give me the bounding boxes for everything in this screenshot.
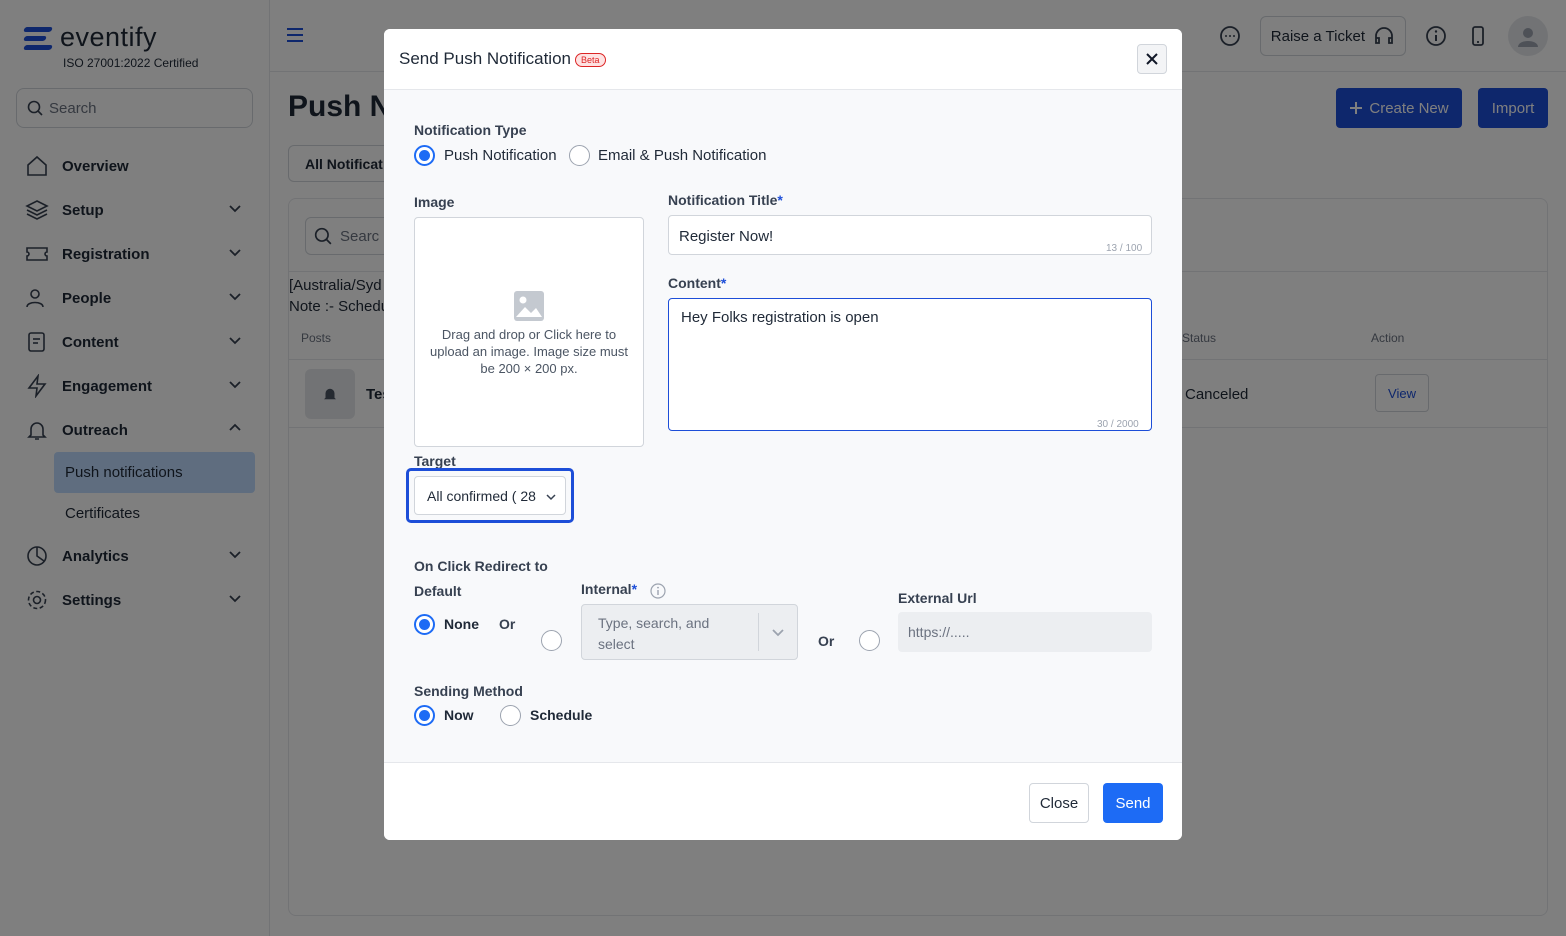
close-button[interactable]: Close — [1029, 783, 1089, 823]
external-url-input[interactable]: https://..... — [898, 612, 1152, 652]
redirect-none-label[interactable]: None — [444, 616, 479, 632]
beta-badge: Beta — [575, 53, 606, 67]
image-label: Image — [414, 194, 455, 210]
send-schedule-label[interactable]: Schedule — [530, 707, 592, 723]
send-now-radio[interactable] — [414, 705, 435, 726]
send-schedule-radio[interactable] — [500, 705, 521, 726]
send-now-label[interactable]: Now — [444, 707, 474, 723]
info-icon[interactable] — [650, 583, 666, 599]
redirect-label: On Click Redirect to — [414, 558, 548, 574]
modal-header: Send Push Notification Beta — [384, 29, 1182, 90]
target-label: Target — [414, 453, 456, 469]
modal-footer: Close Send — [384, 762, 1182, 840]
internal-select-placeholder: Type, search, and select — [598, 615, 710, 652]
notification-type-label: Notification Type — [414, 122, 527, 138]
push-notification-radio[interactable] — [414, 145, 435, 166]
content-label: Content* — [668, 275, 727, 291]
default-label: Default — [414, 583, 462, 599]
internal-page-select[interactable]: Type, search, and select — [581, 604, 798, 660]
chevron-down-icon — [772, 629, 784, 637]
target-select-focus-ring: All confirmed ( 28 — [406, 468, 574, 523]
or-separator: Or — [499, 616, 516, 632]
redirect-external-radio[interactable] — [859, 630, 880, 651]
external-url-label: External Url — [898, 590, 977, 606]
image-placeholder-icon — [514, 291, 544, 321]
send-button[interactable]: Send — [1103, 783, 1163, 823]
content-char-counter: 30 / 2000 — [1097, 419, 1139, 430]
push-notification-radio-label[interactable]: Push Notification — [444, 147, 557, 164]
content-textarea[interactable]: Hey Folks registration is open — [668, 298, 1152, 431]
redirect-internal-radio[interactable] — [541, 630, 562, 651]
dropzone-instructions: Drag and drop or Click here to upload an… — [430, 327, 628, 376]
target-select-value: All confirmed ( 28 — [427, 487, 536, 504]
close-icon — [1146, 53, 1158, 65]
modal-title: Send Push Notification — [399, 49, 571, 68]
select-separator — [758, 613, 759, 651]
internal-label: Internal* — [581, 581, 638, 597]
chevron-down-icon — [546, 494, 556, 501]
email-push-notification-radio[interactable] — [569, 145, 590, 166]
sending-method-label: Sending Method — [414, 683, 523, 699]
send-push-notification-modal: Send Push Notification Beta Notification… — [384, 29, 1182, 840]
title-char-counter: 13 / 100 — [1106, 243, 1143, 254]
or-separator: Or — [818, 633, 835, 649]
image-dropzone[interactable]: Drag and drop or Click here to upload an… — [414, 217, 644, 447]
modal-close-button[interactable] — [1137, 44, 1167, 74]
redirect-none-radio[interactable] — [414, 614, 435, 635]
target-select[interactable]: All confirmed ( 28 — [414, 476, 566, 515]
notification-title-input[interactable]: Register Now! — [668, 215, 1152, 255]
email-push-notification-radio-label[interactable]: Email & Push Notification — [598, 147, 766, 164]
notification-title-label: Notification Title* — [668, 192, 783, 208]
